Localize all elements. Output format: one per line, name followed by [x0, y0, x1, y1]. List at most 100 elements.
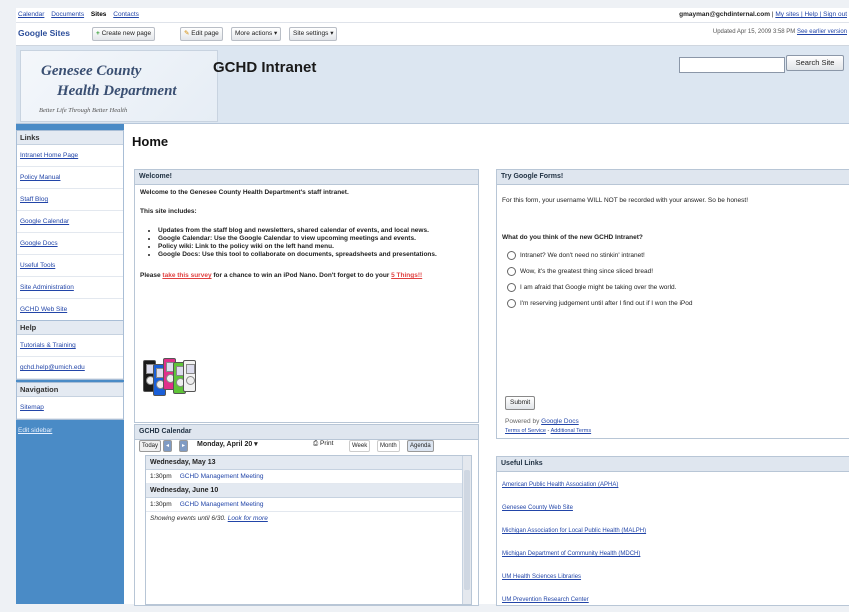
earlier-version-link[interactable]: See earlier version	[797, 29, 847, 35]
forms-title: Try Google Forms!	[497, 170, 849, 185]
sidebar-item-google-calendar[interactable]: Google Calendar	[17, 211, 123, 233]
calendar-toolbar: Today ◂ ▸ Monday, April 20 ▾ ⎙ Print Wee…	[137, 439, 472, 453]
tab-month[interactable]: Month	[377, 440, 400, 452]
more-actions-dropdown[interactable]: More actions ▾	[231, 27, 282, 41]
useful-link[interactable]: UM Prevention Research Center	[497, 589, 849, 612]
survey-link[interactable]: take this survey	[162, 272, 211, 279]
welcome-includes: This site includes:	[140, 208, 197, 215]
agenda-event[interactable]: 1:30pm GCHD Management Meeting	[146, 470, 471, 484]
product-links: Calendar Documents Sites Contacts	[18, 11, 144, 18]
google-sites-brand[interactable]: Google Sites	[18, 28, 70, 38]
look-for-more-link[interactable]: Look for more	[228, 515, 268, 522]
logo-tagline: Better Life Through Better Health	[39, 107, 128, 114]
sidebar-item-tutorials[interactable]: Tutorials & Training	[17, 335, 123, 357]
sidebar-item-staff-blog[interactable]: Staff Blog	[17, 189, 123, 211]
form-option[interactable]: I'm reserving judgement until after I fi…	[507, 299, 849, 308]
ipod-icon	[183, 360, 196, 392]
tab-week[interactable]: Week	[349, 440, 371, 452]
google-topbar: Calendar Documents Sites Contacts gmayma…	[16, 8, 849, 23]
additional-terms-link[interactable]: Additional Terms	[551, 428, 592, 434]
account-email: gmayman@gchdinternal.com	[679, 11, 771, 18]
sidebar: Links Intranet Home Page Policy Manual S…	[16, 124, 124, 604]
radio-button[interactable]	[507, 283, 516, 292]
sidebar-navigation-box: Navigation Sitemap	[16, 382, 124, 420]
radio-button[interactable]	[507, 251, 516, 260]
welcome-gadget: Welcome! Welcome to the Genesee County H…	[134, 169, 479, 423]
agenda-list: Wednesday, May 13 1:30pm GCHD Management …	[145, 455, 472, 605]
powered-by: Powered by Google Docs	[505, 418, 579, 425]
edit-page-button[interactable]: ✎ Edit page	[180, 27, 223, 41]
sidebar-help-title: Help	[17, 321, 123, 335]
calendar-link[interactable]: Calendar	[18, 11, 44, 18]
sidebar-item-intranet-home[interactable]: Intranet Home Page	[17, 145, 123, 167]
agenda-footer: Showing events until 6/30. Look for more	[150, 515, 268, 522]
sidebar-item-policy-manual[interactable]: Policy Manual	[17, 167, 123, 189]
welcome-intro: Welcome to the Genesee County Health Dep…	[140, 189, 349, 196]
site-settings-dropdown[interactable]: Site settings ▾	[289, 27, 338, 41]
radio-button[interactable]	[507, 299, 516, 308]
edit-sidebar-link[interactable]: Edit sidebar	[18, 427, 52, 434]
sites-link-active[interactable]: Sites	[91, 11, 107, 18]
sidebar-item-help-email[interactable]: gchd.help@umich.edu	[17, 357, 123, 379]
five-things-link[interactable]: 5 Things!!	[391, 272, 422, 279]
calendar-date-dropdown[interactable]: Monday, April 20 ▾	[197, 440, 258, 448]
form-note: For this form, your username WILL NOT be…	[502, 197, 749, 204]
useful-link[interactable]: Genesee County Web Site	[497, 497, 849, 520]
agenda-event[interactable]: 1:30pm GCHD Management Meeting	[146, 498, 471, 512]
form-option[interactable]: I am afraid that Google might be taking …	[507, 283, 849, 292]
sidebar-links-box: Links Intranet Home Page Policy Manual S…	[16, 130, 124, 322]
sidebar-item-google-docs[interactable]: Google Docs	[17, 233, 123, 255]
sidebar-item-gchd-web-site[interactable]: GCHD Web Site	[17, 299, 123, 321]
agenda-scrollbar[interactable]	[462, 456, 471, 604]
chevron-left-icon: ◂	[166, 443, 170, 449]
chevron-right-icon: ▸	[182, 443, 186, 449]
site-title: GCHD Intranet	[213, 59, 317, 76]
useful-link[interactable]: Michigan Association for Local Public He…	[497, 520, 849, 543]
create-page-label: Create new page	[101, 30, 152, 37]
useful-link[interactable]: UM Health Sciences Libraries	[497, 566, 849, 589]
printer-icon: ⎙	[313, 440, 319, 447]
sidebar-item-useful-tools[interactable]: Useful Tools	[17, 255, 123, 277]
welcome-title: Welcome!	[135, 170, 478, 185]
main-content: Home Welcome! Welcome to the Genesee Cou…	[124, 124, 849, 606]
useful-links-gadget: Useful Links American Public Health Asso…	[496, 456, 849, 606]
updated-text: Updated Apr 15, 2009 3:58 PM	[712, 29, 796, 35]
forms-gadget: Try Google Forms! For this form, your us…	[496, 169, 849, 439]
calendar-print-button[interactable]: ⎙ Print	[313, 440, 333, 448]
sidebar-navigation-title: Navigation	[17, 383, 123, 397]
pencil-icon: ✎	[184, 30, 190, 37]
form-option[interactable]: Intranet? We don't need no stinkin' intr…	[507, 251, 849, 260]
sidebar-item-sitemap[interactable]: Sitemap	[17, 397, 123, 419]
tab-agenda[interactable]: Agenda	[407, 440, 434, 452]
search-input[interactable]	[679, 57, 785, 73]
account-links[interactable]: My sites | Help | Sign out	[775, 11, 847, 18]
terms-link[interactable]: Terms of Service	[505, 428, 546, 434]
contacts-link[interactable]: Contacts	[113, 11, 139, 18]
calendar-today-button[interactable]: Today	[139, 440, 162, 452]
useful-link[interactable]: American Public Health Association (APHA…	[497, 474, 849, 497]
gchd-logo[interactable]: Genesee County Health Department Better …	[20, 50, 218, 122]
agenda-day-header: Wednesday, May 13	[146, 456, 471, 470]
form-submit-button[interactable]: Submit	[505, 396, 536, 410]
sidebar-links-title: Links	[17, 131, 123, 145]
agenda-day-header: Wednesday, June 10	[146, 484, 471, 498]
google-docs-link[interactable]: Google Docs	[541, 418, 579, 425]
radio-button[interactable]	[507, 267, 516, 276]
form-option[interactable]: Wow, it's the greatest thing since slice…	[507, 267, 849, 276]
calendar-title: GCHD Calendar	[135, 425, 478, 440]
create-page-button[interactable]: + Create new page	[92, 27, 156, 41]
useful-link[interactable]: Michigan Department of Community Health …	[497, 543, 849, 566]
calendar-next-button[interactable]: ▸	[179, 440, 189, 452]
welcome-bullet: Updates from the staff blog and newslett…	[158, 227, 473, 234]
scrollbar-thumb[interactable]	[464, 470, 470, 590]
form-terms: Terms of Service - Additional Terms	[505, 428, 592, 434]
search-site-button[interactable]: Search Site	[786, 55, 844, 71]
calendar-prev-button[interactable]: ◂	[163, 440, 173, 452]
welcome-bullet: Google Docs: Use this tool to collaborat…	[158, 251, 473, 258]
sidebar-item-site-admin[interactable]: Site Administration	[17, 277, 123, 299]
documents-link[interactable]: Documents	[51, 11, 84, 18]
updated-status: Updated Apr 15, 2009 3:58 PM See earlier…	[713, 29, 847, 35]
survey-text: Please take this survey for a chance to …	[140, 272, 423, 279]
welcome-bullet-list: Updates from the staff blog and newslett…	[140, 227, 473, 258]
welcome-bullet: Policy wiki: Link to the policy wiki on …	[158, 243, 473, 250]
